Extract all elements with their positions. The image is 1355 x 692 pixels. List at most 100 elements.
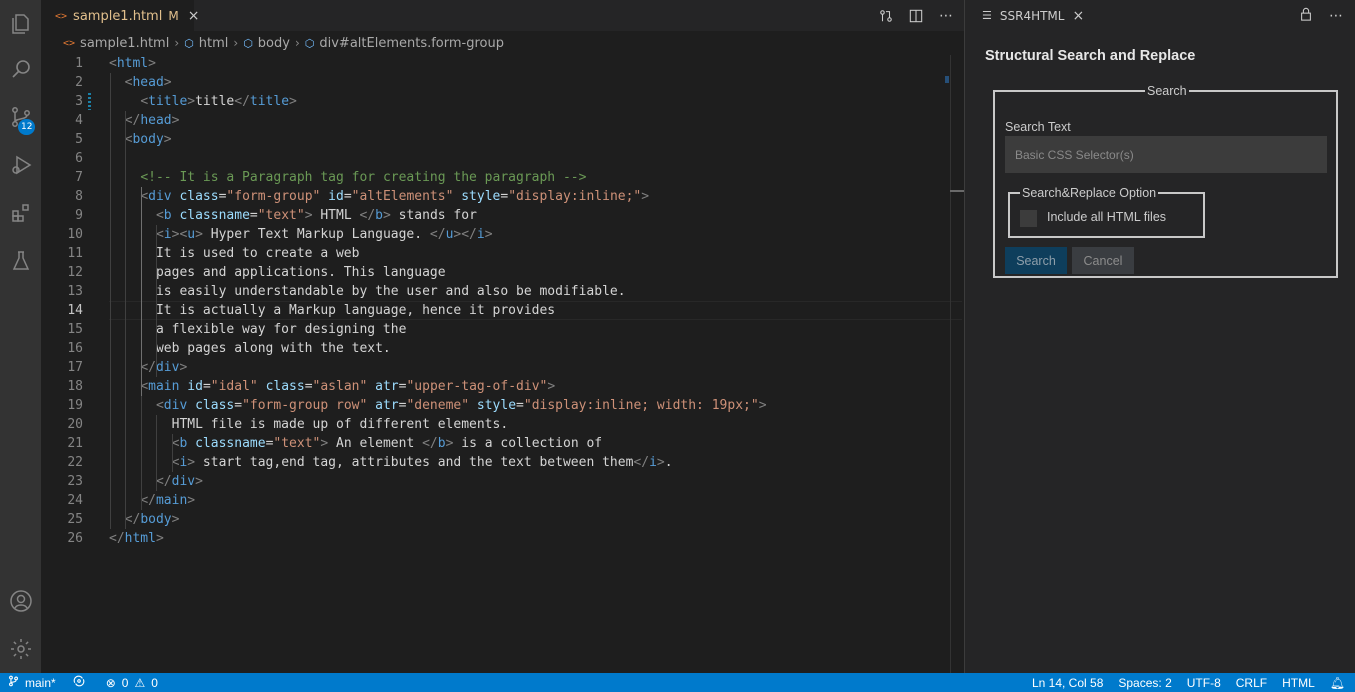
search-text-input[interactable] — [1005, 136, 1327, 173]
code-text: <html> — [109, 54, 156, 73]
code-line[interactable]: 24 </main> — [41, 491, 951, 510]
code-token: title — [195, 94, 235, 109]
encoding[interactable]: UTF-8 — [1187, 676, 1221, 690]
line-number: 19 — [67, 398, 83, 413]
split-editor-icon[interactable] — [908, 8, 924, 24]
close-icon[interactable]: × — [188, 8, 200, 24]
code-token: < — [155, 208, 164, 223]
code-text: <main id="idal" class="aslan" atr="upper… — [109, 377, 555, 396]
code-line[interactable]: 18 <main id="idal" class="aslan" atr="up… — [41, 377, 951, 396]
code-line[interactable]: 11 It is used to create a web — [41, 244, 951, 263]
code-token: Hyper Text Markup Language. — [202, 227, 430, 242]
code-line[interactable]: 9 <b classname="text"> HTML </b> stands … — [41, 206, 951, 225]
editor-scrollbar[interactable] — [950, 55, 964, 673]
code-line[interactable]: 23 </div> — [41, 472, 951, 491]
code-token: < — [155, 398, 164, 413]
code-line[interactable]: 13 is easily understandable by the user … — [41, 282, 951, 301]
close-icon[interactable]: × — [1072, 8, 1084, 24]
html-file-icon: <> — [63, 37, 76, 49]
indentation[interactable]: Spaces: 2 — [1118, 676, 1171, 690]
open-changes-icon[interactable] — [878, 8, 894, 24]
code-token: > — [484, 227, 493, 242]
code-token: head — [140, 113, 172, 128]
language-mode[interactable]: HTML — [1282, 676, 1315, 690]
testing-icon[interactable] — [0, 237, 41, 285]
code-line[interactable]: 21 <b classname="text"> An element </b> … — [41, 434, 951, 453]
indent-guide — [156, 415, 158, 491]
cancel-button[interactable]: Cancel — [1072, 247, 1134, 274]
code-line[interactable]: 12 pages and applications. This language — [41, 263, 951, 282]
code-line[interactable]: 4 </head> — [41, 111, 951, 130]
source-control-icon[interactable]: 12 — [0, 93, 41, 141]
code-token: is a collection of — [453, 436, 603, 451]
code-token: > — [187, 493, 196, 508]
include-all-checkbox[interactable] — [1020, 210, 1037, 227]
option-fieldset: Search&Replace Option Include all HTML f… — [1008, 186, 1205, 238]
code-token: > — [304, 208, 313, 223]
code-token: "form-group" — [226, 189, 321, 204]
more-actions-icon[interactable]: ⋯ — [938, 8, 954, 24]
code-token: > — [547, 379, 556, 394]
line-number: 2 — [75, 75, 83, 90]
code-token: </ — [140, 360, 156, 375]
line-number: 20 — [67, 417, 83, 432]
end-of-line[interactable]: CRLF — [1236, 676, 1267, 690]
code-line[interactable]: 22 <i> start tag,end tag, attributes and… — [41, 453, 951, 472]
status-bar: main* ⊗ 0 ⚠ 0 Ln 14, Col 58 Spaces: 2 UT… — [0, 673, 1355, 692]
code-token: is easily understandable by the user and… — [109, 284, 626, 299]
code-line[interactable]: 25 </body> — [41, 510, 951, 529]
extensions-icon[interactable] — [0, 189, 41, 237]
code-token: b — [163, 208, 172, 223]
run-debug-icon[interactable] — [0, 141, 41, 189]
breadcrumb-item[interactable]: body — [258, 36, 290, 51]
code-line[interactable]: 3 <title>title</title> — [41, 92, 951, 111]
warning-icon: ⚠ — [134, 675, 146, 690]
error-count[interactable]: 0 — [122, 676, 129, 690]
lock-icon[interactable] — [1299, 7, 1313, 25]
code-line[interactable]: 6 — [41, 149, 951, 168]
code-line[interactable]: 8 <div class="form-group" id="altElement… — [41, 187, 951, 206]
code-line[interactable]: 14 It is actually a Markup language, hen… — [41, 301, 951, 320]
code-token: body — [140, 512, 172, 527]
editor-tab-bar: <> sample1.html M × ⋯ — [41, 0, 964, 31]
code-token: "upper-tag-of-div" — [406, 379, 548, 394]
code-token: = — [249, 208, 258, 223]
code-line[interactable]: 2 <head> — [41, 73, 951, 92]
code-token: style — [476, 398, 517, 413]
code-line[interactable]: 15 a flexible way for designing the — [41, 320, 951, 339]
cursor-position[interactable]: Ln 14, Col 58 — [1032, 676, 1103, 690]
breadcrumb-item[interactable]: sample1.html — [80, 36, 169, 51]
code-line[interactable]: 10 <i><u> Hyper Text Markup Language. </… — [41, 225, 951, 244]
sync-icon[interactable] — [72, 675, 86, 690]
breadcrumb-item[interactable]: html — [199, 36, 229, 51]
code-line[interactable]: 7 <!-- It is a Paragraph tag for creatin… — [41, 168, 951, 187]
code-token: a flexible way for designing the — [109, 322, 407, 337]
code-token: u — [187, 227, 196, 242]
line-number: 9 — [75, 208, 83, 223]
code-line[interactable]: 16 web pages along with the text. — [41, 339, 951, 358]
code-token: class — [265, 379, 305, 394]
more-actions-icon[interactable]: ⋯ — [1329, 8, 1343, 24]
warning-count[interactable]: 0 — [151, 676, 158, 690]
include-all-label: Include all HTML files — [1047, 210, 1167, 224]
search-button[interactable]: Search — [1005, 247, 1067, 274]
code-line[interactable]: 20 HTML file is made up of different ele… — [41, 415, 951, 434]
code-line[interactable]: 19 <div class="form-group row" atr="dene… — [41, 396, 951, 415]
account-icon[interactable] — [0, 577, 41, 625]
explorer-icon[interactable] — [0, 0, 41, 48]
search-icon[interactable] — [0, 45, 41, 93]
breadcrumb-item[interactable]: div#altElements.form-group — [319, 36, 504, 51]
editor-tab-sample1[interactable]: <> sample1.html M × — [41, 0, 199, 31]
manage-gear-icon[interactable] — [0, 625, 41, 673]
code-line[interactable]: 17 </div> — [41, 358, 951, 377]
code-token: i — [476, 227, 485, 242]
code-line[interactable]: 1 <html> — [41, 54, 951, 73]
branch-name[interactable]: main* — [25, 676, 56, 690]
code-line[interactable]: 5 <body> — [41, 130, 951, 149]
panel-tab-ssr4html[interactable]: ☰ SSR4HTML × — [965, 0, 1355, 31]
notifications-bell-icon[interactable]: 🔔︎ — [1330, 676, 1345, 690]
code-token: > — [656, 455, 665, 470]
code-line[interactable]: 26 </html> — [41, 529, 951, 548]
